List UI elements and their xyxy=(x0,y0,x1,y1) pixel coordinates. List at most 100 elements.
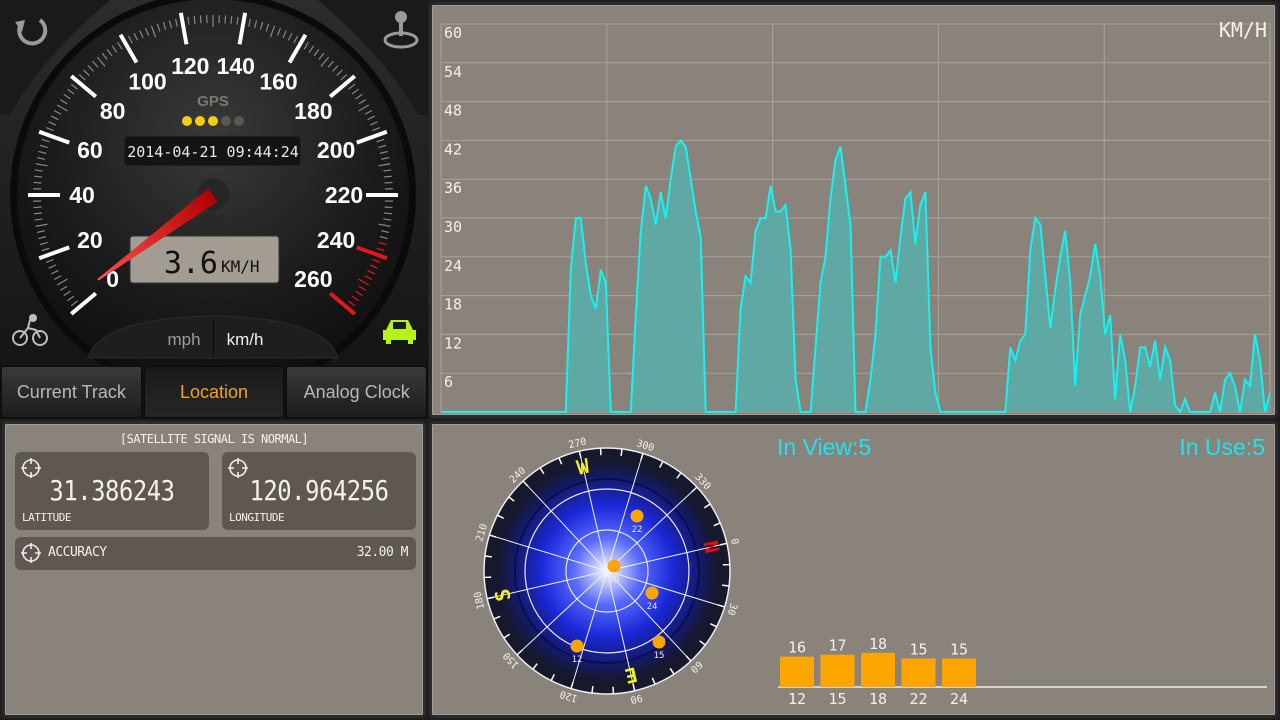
gauge-scale-label: 20 xyxy=(77,227,103,253)
tab-current-track[interactable]: Current Track xyxy=(1,366,142,418)
snr-value-label: 15 xyxy=(950,641,968,659)
compass-tick xyxy=(620,448,623,456)
satellite-id-label: 18 xyxy=(609,575,620,585)
satellite-status: [SATELLITE SIGNAL IS NORMAL] xyxy=(119,432,309,446)
y-tick-label: 42 xyxy=(444,140,462,158)
latitude-label: LATITUDE xyxy=(22,511,71,524)
compass-tick xyxy=(484,555,492,558)
accuracy-value: 32.00 M xyxy=(356,545,409,560)
gps-signal-dot xyxy=(234,116,244,126)
tab-location[interactable]: Location xyxy=(143,366,285,418)
speed-chart-panel: 60 54 48 42 36 30 24 18 12 6 KM/H xyxy=(429,2,1278,418)
gps-signal-dot xyxy=(182,116,192,126)
longitude-card: 120.964256 LONGITUDE xyxy=(222,452,416,530)
gauge-scale-label: 260 xyxy=(294,266,332,292)
snr-bar xyxy=(901,658,936,687)
y-tick-label: 30 xyxy=(444,218,462,236)
y-tick-label: 24 xyxy=(444,257,462,275)
satellite-panel: 0 30 60 90 120 150 180 210 240 270 300 330 N E S W 22 18 2… xyxy=(429,421,1278,718)
prn-label: 22 xyxy=(909,690,927,708)
y-tick-label: 54 xyxy=(444,63,462,81)
y-tick-label: 60 xyxy=(444,24,462,42)
crosshair-icon xyxy=(21,543,41,563)
gauge-tick xyxy=(224,15,227,24)
snr-bar xyxy=(861,652,895,687)
y-tick-label: 6 xyxy=(444,373,453,391)
gauge-tick xyxy=(33,212,43,215)
gauge-scale-label: 220 xyxy=(325,182,363,208)
gauge-tick xyxy=(33,181,42,184)
gauge-scale-label: 80 xyxy=(100,98,126,124)
snr-bar xyxy=(780,656,814,687)
y-tick-label: 48 xyxy=(444,102,462,120)
snr-value-label: 18 xyxy=(869,635,887,653)
speed-value: 3.6 xyxy=(164,246,218,281)
speed-chart: 60 54 48 42 36 30 24 18 12 6 KM/H xyxy=(440,18,1271,415)
y-tick-label: 12 xyxy=(444,334,462,352)
gauge-scale-label: 180 xyxy=(294,98,332,124)
speed-unit: KM/H xyxy=(221,257,260,276)
compass-degree-label: 30 xyxy=(725,602,739,617)
gps-signal-dot xyxy=(221,116,231,126)
satellite-id-label: 12 xyxy=(572,655,583,665)
gauge-tick xyxy=(383,212,393,215)
location-panel: [SATELLITE SIGNAL IS NORMAL] 31.386243 L… xyxy=(2,421,426,718)
gps-signal-dot xyxy=(208,116,218,126)
satellite-id-label: 22 xyxy=(632,525,643,535)
accuracy-card: ACCURACY 32.00 M xyxy=(15,537,416,570)
longitude-label: LONGITUDE xyxy=(229,511,285,524)
satellite-id-label: 24 xyxy=(647,602,658,612)
satellite-dot[interactable] xyxy=(607,559,621,573)
prn-label: 15 xyxy=(828,690,846,708)
latitude-value: 31.386243 xyxy=(49,474,175,507)
compass-degree-label: 270 xyxy=(568,436,588,451)
unit-kmh-toggle[interactable]: km/h xyxy=(227,330,264,349)
gauge-tick xyxy=(33,175,43,178)
compass-degree-label: 0 xyxy=(728,537,740,545)
snr-bar xyxy=(942,658,976,687)
snr-value-label: 17 xyxy=(828,637,846,655)
gauge-scale-label: 120 xyxy=(171,53,209,79)
snr-value-label: 16 xyxy=(788,639,806,657)
gauge-scale-label: 240 xyxy=(317,227,355,253)
snr-value-label: 15 xyxy=(909,641,927,659)
gauge-scale-label: 160 xyxy=(259,69,297,95)
gauge-tick xyxy=(384,181,393,184)
gauge-tick xyxy=(384,206,393,209)
satellite-dot[interactable] xyxy=(570,639,584,653)
prn-label: 24 xyxy=(950,690,968,708)
compass-degree-label: 90 xyxy=(629,691,643,704)
sky-plot: 0306090120150180210240270 300330NESW22182… xyxy=(472,436,1267,708)
compass-tick xyxy=(591,686,594,694)
speedometer: 020406080100120 140160180200220240260 GPS… xyxy=(0,0,428,365)
latitude-card: 31.386243 LATITUDE xyxy=(15,452,209,530)
satellite-dot[interactable] xyxy=(645,586,659,600)
in-use-count: In Use:5 xyxy=(1179,434,1265,460)
satellite-id-label: 15 xyxy=(654,651,665,661)
gps-signal-dot xyxy=(195,116,205,126)
chart-unit-label: KM/H xyxy=(1219,18,1267,42)
y-tick-label: 18 xyxy=(444,296,462,314)
satellite-dot[interactable] xyxy=(630,509,644,523)
datetime-display: 2014-04-21 09:44:24 xyxy=(127,143,299,161)
compass-degree-label: 180 xyxy=(472,590,487,610)
prn-label: 12 xyxy=(788,690,806,708)
gauge-tick xyxy=(199,15,202,24)
snr-bar xyxy=(820,654,855,687)
gauge-scale-label: 100 xyxy=(128,69,166,95)
unit-mph-toggle[interactable]: mph xyxy=(167,330,200,349)
prn-label: 18 xyxy=(869,690,887,708)
y-tick-label: 36 xyxy=(444,179,462,197)
gauge-tick xyxy=(383,175,393,178)
gauge-tick xyxy=(230,15,233,25)
gauge-tick xyxy=(193,15,196,25)
satellite-dot[interactable] xyxy=(652,635,666,649)
in-view-count: In View:5 xyxy=(777,434,872,460)
tab-bar: Current Track Location Analog Clock xyxy=(0,365,428,419)
gauge-scale-label: 140 xyxy=(217,53,255,79)
gps-label: GPS xyxy=(197,93,229,110)
tab-analog-clock[interactable]: Analog Clock xyxy=(286,366,428,418)
compass-tick xyxy=(722,584,730,587)
gauge-scale-label: 200 xyxy=(317,137,355,163)
gauge-tick xyxy=(33,206,42,209)
